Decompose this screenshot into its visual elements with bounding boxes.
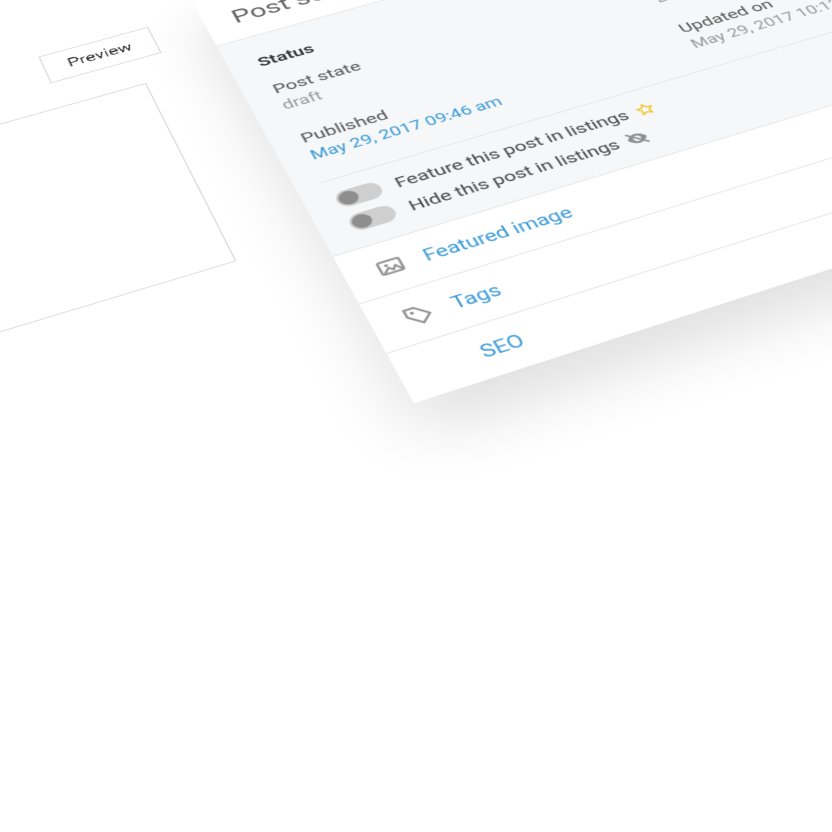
image-icon [371, 252, 410, 280]
hide-toggle[interactable] [346, 203, 400, 232]
preview-image-placeholder [0, 83, 236, 336]
preview-button[interactable]: Preview [39, 27, 162, 83]
status-section: Status Post state draft Author Bob Mitro… [217, 0, 832, 256]
eye-off-icon [621, 127, 654, 148]
tags-label: Tags [447, 280, 505, 313]
seo-label: SEO [476, 330, 529, 362]
post-settings-panel: Post settings ✕ Status Post state draft … [192, 0, 832, 403]
tag-icon [398, 300, 438, 329]
star-icon [631, 100, 660, 119]
feature-toggle[interactable] [332, 180, 385, 209]
seo-icon [432, 359, 461, 368]
